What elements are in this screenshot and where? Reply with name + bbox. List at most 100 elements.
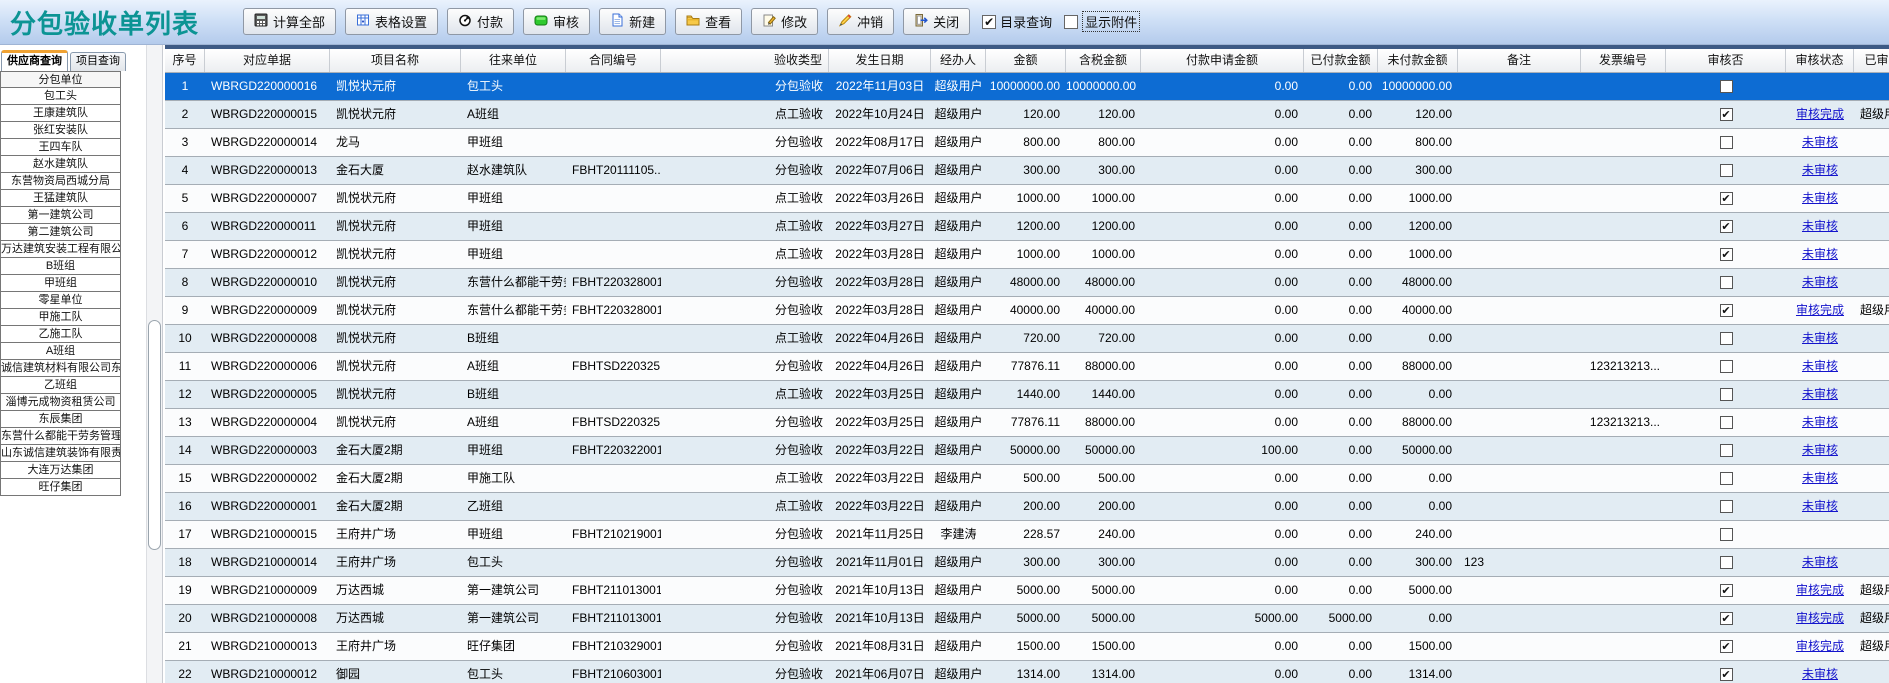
supplier-list-item[interactable]: 王猛建筑队 bbox=[0, 190, 121, 207]
status-link[interactable]: 未审核 bbox=[1802, 471, 1838, 485]
status-link[interactable]: 未审核 bbox=[1802, 219, 1838, 233]
approved-checkbox[interactable] bbox=[1720, 416, 1733, 429]
column-header-remark[interactable]: 备注 bbox=[1458, 49, 1581, 72]
status-link[interactable]: 未审核 bbox=[1802, 359, 1838, 373]
status-link[interactable]: 未审核 bbox=[1802, 135, 1838, 149]
column-header-operator[interactable]: 经办人 bbox=[931, 49, 986, 72]
status-link[interactable]: 未审核 bbox=[1802, 163, 1838, 177]
supplier-list-item[interactable]: 旺仔集团 bbox=[0, 479, 121, 496]
supplier-list-item[interactable]: 东营物资局西城分局 bbox=[0, 173, 121, 190]
table-row[interactable]: 16WBRGD220000001金石大厦2期乙班组点工验收2022年03月22日… bbox=[165, 493, 1889, 521]
table-row[interactable]: 15WBRGD220000002金石大厦2期甲施工队点工验收2022年03月22… bbox=[165, 465, 1889, 493]
table-row[interactable]: 9WBRGD220000009凯悦状元府东营什么都能干劳务管...FBHT220… bbox=[165, 297, 1889, 325]
supplier-list-item[interactable]: 零星单位 bbox=[0, 292, 121, 309]
close-door-button[interactable]: 关闭 bbox=[903, 8, 970, 35]
supplier-list-item[interactable]: A班组 bbox=[0, 343, 121, 360]
approved-checkbox[interactable] bbox=[1720, 360, 1733, 373]
column-header-counterparty[interactable]: 往来单位 bbox=[461, 49, 566, 72]
table-row[interactable]: 2WBRGD220000015凯悦状元府A班组点工验收2022年10月24日超级… bbox=[165, 101, 1889, 129]
column-header-paid[interactable]: 已付款金额 bbox=[1304, 49, 1378, 72]
approved-checkbox[interactable] bbox=[1720, 556, 1733, 569]
approved-checkbox[interactable]: ✔ bbox=[1720, 640, 1733, 653]
supplier-list-item[interactable]: 诚信建筑材料有限公司东营 bbox=[0, 360, 121, 377]
supplier-list-item[interactable]: 乙班组 bbox=[0, 377, 121, 394]
approved-checkbox[interactable]: ✔ bbox=[1720, 248, 1733, 261]
tab-project-query[interactable]: 项目查询 bbox=[70, 52, 126, 71]
table-row[interactable]: 20WBRGD210000008万达西城第一建筑公司FBHT211013001分… bbox=[165, 605, 1889, 633]
approved-checkbox[interactable] bbox=[1720, 276, 1733, 289]
vertical-scrollbar[interactable] bbox=[146, 45, 163, 683]
table-row[interactable]: 7WBRGD220000012凯悦状元府甲班组点工验收2022年03月28日超级… bbox=[165, 241, 1889, 269]
approved-checkbox[interactable]: ✔ bbox=[1720, 612, 1733, 625]
supplier-list-item[interactable]: 乙施工队 bbox=[0, 326, 121, 343]
supplier-list-item[interactable]: 王康建筑队 bbox=[0, 105, 121, 122]
checkbox-box[interactable] bbox=[1064, 15, 1078, 29]
status-link[interactable]: 审核完成 bbox=[1796, 107, 1844, 121]
status-link[interactable]: 审核完成 bbox=[1796, 303, 1844, 317]
writeoff-pencil-button[interactable]: 冲销 bbox=[827, 8, 894, 35]
tab-supplier-query[interactable]: 供应商查询 bbox=[1, 50, 68, 71]
show-attachment-checkbox[interactable]: 显示附件 bbox=[1064, 11, 1140, 32]
payment-button[interactable]: 付款 bbox=[447, 8, 514, 35]
approved-checkbox[interactable] bbox=[1720, 388, 1733, 401]
approved-checkbox[interactable]: ✔ bbox=[1720, 668, 1733, 681]
supplier-list-item[interactable]: 山东诚信建筑装饰有限责任 bbox=[0, 445, 121, 462]
column-header-unpaid[interactable]: 未付款金额 bbox=[1378, 49, 1458, 72]
status-link[interactable]: 未审核 bbox=[1802, 331, 1838, 345]
supplier-list-item[interactable]: B班组 bbox=[0, 258, 121, 275]
approved-checkbox[interactable] bbox=[1720, 80, 1733, 93]
column-header-seq[interactable]: 序号 bbox=[165, 49, 205, 72]
table-row[interactable]: 17WBRGD210000015王府井广场甲班组FBHT210219001分包验… bbox=[165, 521, 1889, 549]
approved-checkbox[interactable] bbox=[1720, 444, 1733, 457]
column-header-amount[interactable]: 金额 bbox=[986, 49, 1066, 72]
approved-checkbox[interactable] bbox=[1720, 500, 1733, 513]
supplier-list-item[interactable]: 第二建筑公司 bbox=[0, 224, 121, 241]
table-row[interactable]: 6WBRGD220000011凯悦状元府甲班组点工验收2022年03月27日超级… bbox=[165, 213, 1889, 241]
status-link[interactable]: 审核完成 bbox=[1796, 611, 1844, 625]
table-row[interactable]: 22WBRGD210000012御园包工头FBHT210603001分包验收20… bbox=[165, 661, 1889, 683]
checkbox-box[interactable]: ✔ bbox=[982, 15, 996, 29]
column-header-contract_no[interactable]: 合同编号 bbox=[566, 49, 661, 72]
status-link[interactable]: 未审核 bbox=[1802, 443, 1838, 457]
table-row[interactable]: 14WBRGD220000003金石大厦2期甲班组FBHT220322001分包… bbox=[165, 437, 1889, 465]
approved-checkbox[interactable]: ✔ bbox=[1720, 584, 1733, 597]
table-row[interactable]: 21WBRGD210000013王府井广场旺仔集团FBHT210329001分包… bbox=[165, 633, 1889, 661]
approved-checkbox[interactable]: ✔ bbox=[1720, 192, 1733, 205]
supplier-list-item[interactable]: 张红安装队 bbox=[0, 122, 121, 139]
status-link[interactable]: 未审核 bbox=[1802, 555, 1838, 569]
column-header-pay_request[interactable]: 付款申请金额 bbox=[1141, 49, 1304, 72]
column-header-doc_no[interactable]: 对应单据 bbox=[205, 49, 330, 72]
approve-button[interactable]: 审核 bbox=[523, 8, 590, 35]
supplier-list-item[interactable]: 包工头 bbox=[0, 88, 121, 105]
table-row[interactable]: 12WBRGD220000005凯悦状元府B班组点工验收2022年03月25日超… bbox=[165, 381, 1889, 409]
folder-view-button[interactable]: 查看 bbox=[675, 8, 742, 35]
column-header-date[interactable]: 发生日期 bbox=[829, 49, 931, 72]
status-link[interactable]: 未审核 bbox=[1802, 275, 1838, 289]
calculator-button[interactable]: 计算全部 bbox=[243, 8, 336, 35]
table-row[interactable]: 3WBRGD220000014龙马甲班组分包验收2022年08月17日超级用户8… bbox=[165, 129, 1889, 157]
scrollbar-thumb[interactable] bbox=[148, 320, 161, 550]
column-header-status[interactable]: 审核状态 bbox=[1786, 49, 1854, 72]
approved-checkbox[interactable]: ✔ bbox=[1720, 108, 1733, 121]
column-header-approver[interactable]: 已审核人 bbox=[1854, 49, 1889, 72]
approved-checkbox[interactable]: ✔ bbox=[1720, 304, 1733, 317]
status-link[interactable]: 未审核 bbox=[1802, 191, 1838, 205]
status-link[interactable]: 未审核 bbox=[1802, 387, 1838, 401]
table-settings-button[interactable]: 表格设置 bbox=[345, 8, 438, 35]
column-header-project[interactable]: 项目名称 bbox=[330, 49, 461, 72]
supplier-list-item[interactable]: 东营什么都能干劳务管理有 bbox=[0, 428, 121, 445]
supplier-list-item[interactable]: 万达建筑安装工程有限公司 bbox=[0, 241, 121, 258]
supplier-list-item[interactable]: 东辰集团 bbox=[0, 411, 121, 428]
table-row[interactable]: 18WBRGD210000014王府井广场包工头分包验收2021年11月01日超… bbox=[165, 549, 1889, 577]
approved-checkbox[interactable] bbox=[1720, 136, 1733, 149]
supplier-list-item[interactable]: 大连万达集团 bbox=[0, 462, 121, 479]
supplier-list-item[interactable]: 淄博元成物资租赁公司 bbox=[0, 394, 121, 411]
column-header-tax_amount[interactable]: 含税金额 bbox=[1066, 49, 1141, 72]
column-header-invoice_no[interactable]: 发票编号 bbox=[1581, 49, 1666, 72]
column-header-accept_type[interactable]: 验收类型 bbox=[661, 49, 829, 72]
table-row[interactable]: 11WBRGD220000006凯悦状元府A班组FBHTSD220325...分… bbox=[165, 353, 1889, 381]
table-row[interactable]: 13WBRGD220000004凯悦状元府A班组FBHTSD220325...分… bbox=[165, 409, 1889, 437]
status-link[interactable]: 未审核 bbox=[1802, 415, 1838, 429]
status-link[interactable]: 审核完成 bbox=[1796, 583, 1844, 597]
status-link[interactable]: 未审核 bbox=[1802, 247, 1838, 261]
